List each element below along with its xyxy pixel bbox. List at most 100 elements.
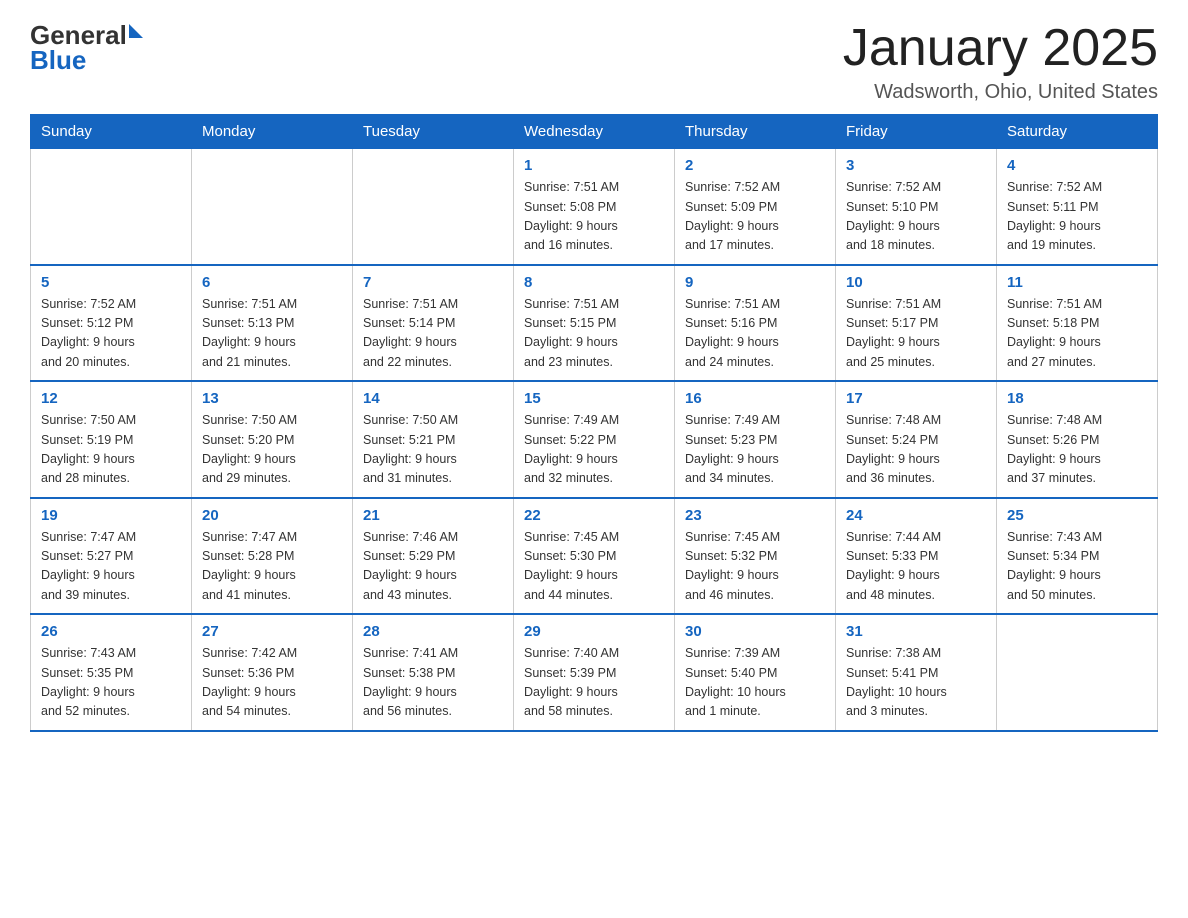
day-number: 30 xyxy=(685,623,825,640)
day-number: 17 xyxy=(846,390,986,407)
month-title: January 2025 xyxy=(843,20,1158,77)
logo-blue-text: Blue xyxy=(30,45,143,76)
day-info: Sunrise: 7:48 AM Sunset: 5:24 PM Dayligh… xyxy=(846,411,986,489)
page-header: General Blue January 2025 Wadsworth, Ohi… xyxy=(30,20,1158,104)
day-info: Sunrise: 7:40 AM Sunset: 5:39 PM Dayligh… xyxy=(524,644,664,722)
calendar-cell: 15Sunrise: 7:49 AM Sunset: 5:22 PM Dayli… xyxy=(514,381,675,498)
day-number: 2 xyxy=(685,157,825,174)
logo-block: General Blue xyxy=(30,20,143,76)
col-sunday: Sunday xyxy=(31,115,192,149)
calendar-cell: 16Sunrise: 7:49 AM Sunset: 5:23 PM Dayli… xyxy=(675,381,836,498)
col-friday: Friday xyxy=(836,115,997,149)
day-info: Sunrise: 7:51 AM Sunset: 5:17 PM Dayligh… xyxy=(846,295,986,373)
day-number: 4 xyxy=(1007,157,1147,174)
day-number: 10 xyxy=(846,274,986,291)
day-number: 24 xyxy=(846,507,986,524)
day-info: Sunrise: 7:43 AM Sunset: 5:34 PM Dayligh… xyxy=(1007,528,1147,606)
day-number: 31 xyxy=(846,623,986,640)
day-info: Sunrise: 7:51 AM Sunset: 5:08 PM Dayligh… xyxy=(524,178,664,256)
day-info: Sunrise: 7:38 AM Sunset: 5:41 PM Dayligh… xyxy=(846,644,986,722)
day-number: 22 xyxy=(524,507,664,524)
col-wednesday: Wednesday xyxy=(514,115,675,149)
calendar-week-4: 19Sunrise: 7:47 AM Sunset: 5:27 PM Dayli… xyxy=(31,498,1158,615)
day-info: Sunrise: 7:46 AM Sunset: 5:29 PM Dayligh… xyxy=(363,528,503,606)
calendar-cell: 20Sunrise: 7:47 AM Sunset: 5:28 PM Dayli… xyxy=(192,498,353,615)
day-info: Sunrise: 7:49 AM Sunset: 5:22 PM Dayligh… xyxy=(524,411,664,489)
day-info: Sunrise: 7:47 AM Sunset: 5:28 PM Dayligh… xyxy=(202,528,342,606)
day-info: Sunrise: 7:51 AM Sunset: 5:18 PM Dayligh… xyxy=(1007,295,1147,373)
day-number: 14 xyxy=(363,390,503,407)
calendar-week-2: 5 Sunrise: 7:52 AM Sunset: 5:12 PM Daylig… xyxy=(31,265,1158,382)
day-number: 18 xyxy=(1007,390,1147,407)
calendar-cell: 4 Sunrise: 7:52 AM Sunset: 5:11 PM Daylig… xyxy=(997,149,1158,265)
calendar-table: Sunday Monday Tuesday Wednesday Thursday… xyxy=(30,114,1158,732)
calendar-cell: 29 Sunrise: 7:40 AM Sunset: 5:39 PM Dayli… xyxy=(514,614,675,731)
calendar-cell: 26 Sunrise: 7:43 AM Sunset: 5:35 PM Dayli… xyxy=(31,614,192,731)
day-info: Sunrise: 7:50 AM Sunset: 5:21 PM Dayligh… xyxy=(363,411,503,489)
calendar-cell: 8 Sunrise: 7:51 AM Sunset: 5:15 PM Daylig… xyxy=(514,265,675,382)
col-monday: Monday xyxy=(192,115,353,149)
day-info: Sunrise: 7:52 AM Sunset: 5:11 PM Dayligh… xyxy=(1007,178,1147,256)
calendar-cell: 13Sunrise: 7:50 AM Sunset: 5:20 PM Dayli… xyxy=(192,381,353,498)
day-info: Sunrise: 7:51 AM Sunset: 5:15 PM Dayligh… xyxy=(524,295,664,373)
day-number: 5 xyxy=(41,274,181,291)
calendar-cell: 30Sunrise: 7:39 AM Sunset: 5:40 PM Dayli… xyxy=(675,614,836,731)
day-info: Sunrise: 7:45 AM Sunset: 5:32 PM Dayligh… xyxy=(685,528,825,606)
calendar-cell: 12 Sunrise: 7:50 AM Sunset: 5:19 PM Dayli… xyxy=(31,381,192,498)
day-info: Sunrise: 7:43 AM Sunset: 5:35 PM Dayligh… xyxy=(41,644,181,722)
day-number: 7 xyxy=(363,274,503,291)
calendar-cell: 3 Sunrise: 7:52 AM Sunset: 5:10 PM Daylig… xyxy=(836,149,997,265)
calendar-cell: 22 Sunrise: 7:45 AM Sunset: 5:30 PM Dayli… xyxy=(514,498,675,615)
day-info: Sunrise: 7:51 AM Sunset: 5:13 PM Dayligh… xyxy=(202,295,342,373)
header-row: Sunday Monday Tuesday Wednesday Thursday… xyxy=(31,115,1158,149)
day-number: 28 xyxy=(363,623,503,640)
title-block: January 2025 Wadsworth, Ohio, United Sta… xyxy=(843,20,1158,104)
calendar-week-1: 1 Sunrise: 7:51 AM Sunset: 5:08 PM Daylig… xyxy=(31,149,1158,265)
day-number: 29 xyxy=(524,623,664,640)
calendar-week-5: 26 Sunrise: 7:43 AM Sunset: 5:35 PM Dayli… xyxy=(31,614,1158,731)
calendar-cell: 9 Sunrise: 7:51 AM Sunset: 5:16 PM Daylig… xyxy=(675,265,836,382)
calendar-cell: 31 Sunrise: 7:38 AM Sunset: 5:41 PM Dayli… xyxy=(836,614,997,731)
col-thursday: Thursday xyxy=(675,115,836,149)
logo-triangle-icon xyxy=(129,24,143,38)
day-number: 19 xyxy=(41,507,181,524)
calendar-cell: 27 Sunrise: 7:42 AM Sunset: 5:36 PM Dayli… xyxy=(192,614,353,731)
calendar-cell: 6 Sunrise: 7:51 AM Sunset: 5:13 PM Daylig… xyxy=(192,265,353,382)
day-number: 26 xyxy=(41,623,181,640)
day-number: 25 xyxy=(1007,507,1147,524)
day-info: Sunrise: 7:48 AM Sunset: 5:26 PM Dayligh… xyxy=(1007,411,1147,489)
day-number: 9 xyxy=(685,274,825,291)
calendar-header: Sunday Monday Tuesday Wednesday Thursday… xyxy=(31,115,1158,149)
day-info: Sunrise: 7:52 AM Sunset: 5:10 PM Dayligh… xyxy=(846,178,986,256)
day-number: 12 xyxy=(41,390,181,407)
calendar-cell: 18 Sunrise: 7:48 AM Sunset: 5:26 PM Dayli… xyxy=(997,381,1158,498)
calendar-cell xyxy=(353,149,514,265)
day-info: Sunrise: 7:41 AM Sunset: 5:38 PM Dayligh… xyxy=(363,644,503,722)
day-info: Sunrise: 7:42 AM Sunset: 5:36 PM Dayligh… xyxy=(202,644,342,722)
day-info: Sunrise: 7:51 AM Sunset: 5:14 PM Dayligh… xyxy=(363,295,503,373)
day-info: Sunrise: 7:51 AM Sunset: 5:16 PM Dayligh… xyxy=(685,295,825,373)
day-number: 3 xyxy=(846,157,986,174)
day-info: Sunrise: 7:52 AM Sunset: 5:12 PM Dayligh… xyxy=(41,295,181,373)
calendar-cell: 10 Sunrise: 7:51 AM Sunset: 5:17 PM Dayli… xyxy=(836,265,997,382)
calendar-cell: 1 Sunrise: 7:51 AM Sunset: 5:08 PM Daylig… xyxy=(514,149,675,265)
day-info: Sunrise: 7:50 AM Sunset: 5:20 PM Dayligh… xyxy=(202,411,342,489)
calendar-cell xyxy=(31,149,192,265)
calendar-cell: 28 Sunrise: 7:41 AM Sunset: 5:38 PM Dayli… xyxy=(353,614,514,731)
day-number: 6 xyxy=(202,274,342,291)
calendar-cell: 7 Sunrise: 7:51 AM Sunset: 5:14 PM Daylig… xyxy=(353,265,514,382)
day-number: 1 xyxy=(524,157,664,174)
day-info: Sunrise: 7:50 AM Sunset: 5:19 PM Dayligh… xyxy=(41,411,181,489)
day-number: 11 xyxy=(1007,274,1147,291)
location: Wadsworth, Ohio, United States xyxy=(843,81,1158,104)
calendar-cell xyxy=(192,149,353,265)
calendar-cell: 19Sunrise: 7:47 AM Sunset: 5:27 PM Dayli… xyxy=(31,498,192,615)
day-info: Sunrise: 7:52 AM Sunset: 5:09 PM Dayligh… xyxy=(685,178,825,256)
day-number: 27 xyxy=(202,623,342,640)
calendar-cell: 17 Sunrise: 7:48 AM Sunset: 5:24 PM Dayli… xyxy=(836,381,997,498)
calendar-cell: 24Sunrise: 7:44 AM Sunset: 5:33 PM Dayli… xyxy=(836,498,997,615)
calendar-cell: 14 Sunrise: 7:50 AM Sunset: 5:21 PM Dayli… xyxy=(353,381,514,498)
day-info: Sunrise: 7:49 AM Sunset: 5:23 PM Dayligh… xyxy=(685,411,825,489)
day-number: 8 xyxy=(524,274,664,291)
day-info: Sunrise: 7:45 AM Sunset: 5:30 PM Dayligh… xyxy=(524,528,664,606)
